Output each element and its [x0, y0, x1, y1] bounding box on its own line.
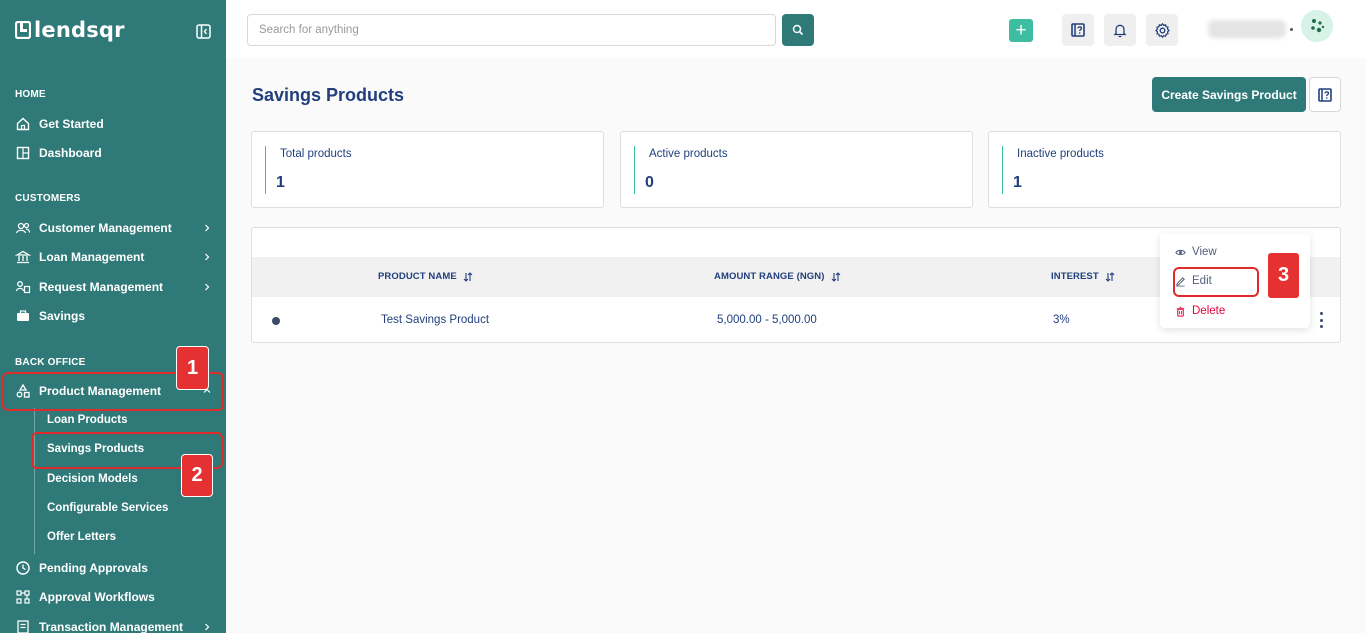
menu-label: Delete	[1192, 305, 1226, 317]
chevron-right-icon	[205, 224, 210, 232]
section-back-office: BACK OFFICE	[15, 357, 86, 368]
cell-interest: 3%	[1053, 314, 1070, 326]
gear-icon	[1154, 22, 1170, 38]
nav-request-management[interactable]: Request Management	[0, 273, 226, 301]
submenu-guide-line	[34, 408, 35, 554]
stat-value: 0	[645, 174, 654, 191]
eye-icon	[1175, 249, 1186, 255]
sub-loan-products[interactable]: Loan Products	[47, 414, 128, 426]
column-header-amount-range[interactable]: AMOUNT RANGE (NGN)	[714, 271, 841, 282]
collapse-sidebar-icon[interactable]	[196, 24, 211, 39]
chevron-right-icon	[205, 283, 210, 291]
users-icon	[15, 222, 31, 234]
sub-offer-letters[interactable]: Offer Letters	[47, 531, 116, 543]
stat-label: Total products	[280, 148, 352, 160]
menu-item-view[interactable]: View	[1175, 246, 1217, 258]
brand-name: lendsqr	[34, 18, 125, 42]
chevron-right-icon	[205, 623, 210, 631]
nav-label: Dashboard	[39, 146, 102, 160]
column-header-interest[interactable]: INTEREST	[1051, 271, 1115, 282]
page-title: Savings Products	[252, 85, 405, 105]
user-menu-caret-icon[interactable]	[1290, 28, 1293, 31]
bank-icon	[15, 250, 31, 264]
clock-icon	[16, 561, 30, 575]
sort-icon	[463, 271, 473, 282]
menu-label: View	[1192, 246, 1217, 258]
chevron-right-icon	[205, 253, 210, 261]
sub-decision-models[interactable]: Decision Models	[47, 473, 138, 485]
annotation-step-3: 3	[1267, 252, 1300, 299]
home-icon	[16, 117, 30, 131]
nav-label: Request Management	[39, 280, 164, 294]
nav-label: Transaction Management	[39, 620, 184, 633]
nav-customer-management[interactable]: Customer Management	[0, 214, 226, 242]
annotation-highlight-edit	[1173, 267, 1259, 297]
column-label: AMOUNT RANGE (NGN)	[714, 271, 825, 282]
top-bar: +	[226, 0, 1366, 58]
cell-product-name: Test Savings Product	[381, 314, 490, 326]
nav-label: Customer Management	[39, 221, 172, 235]
cell-amount-range: 5,000.00 - 5,000.00	[717, 314, 817, 326]
column-header-product-name[interactable]: PRODUCT NAME	[378, 271, 473, 282]
stat-accent-bar	[265, 146, 266, 194]
user-name-blurred[interactable]	[1208, 20, 1286, 38]
help-guide-button[interactable]	[1062, 14, 1094, 46]
stat-accent-bar	[634, 146, 635, 194]
lendsqr-logo-icon	[15, 21, 31, 39]
brand-logo[interactable]: lendsqr	[15, 18, 125, 42]
stat-card-inactive: Inactive products 1	[988, 131, 1341, 208]
annotation-step-1: 1	[176, 346, 209, 390]
row-actions-kebab-icon[interactable]	[1318, 312, 1324, 328]
stat-label: Inactive products	[1017, 148, 1104, 160]
notifications-button[interactable]	[1104, 14, 1136, 46]
help-book-icon	[1071, 23, 1085, 37]
create-savings-product-button[interactable]: Create Savings Product	[1152, 77, 1306, 112]
stat-label: Active products	[649, 148, 728, 160]
stat-card-active: Active products 0	[620, 131, 973, 208]
avatar[interactable]	[1301, 10, 1333, 42]
section-home: HOME	[15, 89, 46, 100]
section-customers: CUSTOMERS	[15, 193, 81, 204]
briefcase-icon	[17, 310, 29, 321]
stat-value: 1	[276, 174, 285, 191]
nav-loan-management[interactable]: Loan Management	[0, 243, 226, 271]
nav-pending-approvals[interactable]: Pending Approvals	[0, 554, 226, 582]
column-label: INTEREST	[1051, 271, 1099, 282]
nav-transaction-management[interactable]: Transaction Management	[0, 613, 226, 633]
stat-accent-bar	[1002, 146, 1003, 194]
nav-label: Approval Workflows	[39, 590, 155, 604]
page-help-button[interactable]	[1309, 77, 1341, 112]
nav-label: Get Started	[39, 117, 104, 131]
nav-label: Loan Management	[39, 250, 145, 264]
sub-configurable-services[interactable]: Configurable Services	[47, 502, 168, 514]
receipt-icon	[17, 620, 29, 633]
sort-icon	[831, 271, 840, 282]
search-button[interactable]	[782, 14, 814, 46]
add-button[interactable]: +	[1009, 19, 1033, 42]
workflow-icon	[16, 590, 30, 604]
request-icon	[15, 281, 31, 294]
menu-item-delete[interactable]: Delete	[1175, 305, 1225, 317]
nav-dashboard[interactable]: Dashboard	[0, 139, 226, 167]
column-label: PRODUCT NAME	[378, 271, 457, 282]
stat-card-total: Total products 1	[251, 131, 604, 208]
annotation-step-2: 2	[181, 454, 213, 497]
sort-icon	[1105, 271, 1115, 282]
status-dot	[272, 317, 280, 325]
help-book-icon	[1318, 87, 1332, 102]
settings-button[interactable]	[1146, 14, 1178, 46]
stat-value: 1	[1013, 174, 1022, 191]
nav-savings[interactable]: Savings	[0, 302, 226, 330]
search-input[interactable]	[247, 14, 776, 46]
dashboard-icon	[16, 146, 30, 160]
bell-icon	[1113, 24, 1127, 38]
search-icon	[792, 24, 804, 36]
nav-approval-workflows[interactable]: Approval Workflows	[0, 583, 226, 611]
sidebar: lendsqr HOME Get Started Dashboard CUSTO…	[0, 0, 226, 633]
nav-label: Savings	[39, 309, 86, 323]
trash-icon	[1176, 306, 1185, 317]
nav-label: Pending Approvals	[39, 561, 148, 575]
nav-get-started[interactable]: Get Started	[0, 110, 226, 138]
